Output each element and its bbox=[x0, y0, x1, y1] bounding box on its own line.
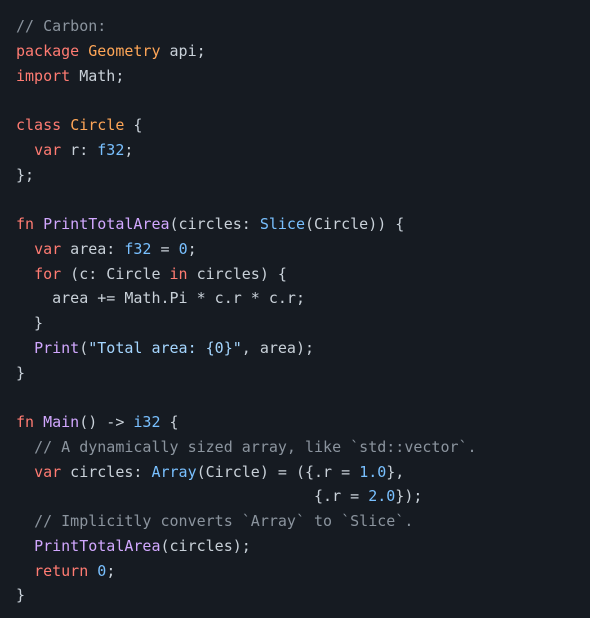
code-token bbox=[61, 116, 70, 134]
code-token: f32 bbox=[97, 141, 124, 159]
code-token: }); bbox=[395, 487, 422, 505]
code-token: r: bbox=[61, 141, 97, 159]
code-token: // A dynamically sized array, like `std:… bbox=[34, 438, 477, 456]
code-token: } bbox=[16, 586, 25, 604]
code-token: Geometry bbox=[88, 42, 160, 60]
code-token: var bbox=[34, 463, 61, 481]
code-token: Slice bbox=[260, 215, 305, 233]
code-token: ; bbox=[106, 562, 115, 580]
code-token: PrintTotalArea bbox=[34, 537, 160, 555]
code-token: ; bbox=[188, 240, 197, 258]
code-token: () -> bbox=[79, 413, 133, 431]
code-token: f32 bbox=[124, 240, 151, 258]
code-token: ; bbox=[124, 141, 133, 159]
code-token bbox=[16, 463, 34, 481]
code-token: 0 bbox=[179, 240, 188, 258]
code-token bbox=[16, 438, 34, 456]
code-token bbox=[16, 339, 34, 357]
code-token: ; bbox=[115, 67, 124, 85]
code-token bbox=[16, 562, 34, 580]
code-token: {.r = bbox=[16, 487, 368, 505]
code-token bbox=[16, 537, 34, 555]
code-token: (c: Circle bbox=[61, 265, 169, 283]
code-token: "Total area: {0}" bbox=[88, 339, 242, 357]
code-content: // Carbon: package Geometry api; import … bbox=[16, 17, 477, 604]
code-token: // Implicitly converts `Array` to `Slice… bbox=[34, 512, 413, 530]
code-token: Print bbox=[34, 339, 79, 357]
code-token: (Circle) = ({.r = bbox=[197, 463, 360, 481]
code-token: Array bbox=[151, 463, 196, 481]
code-token: = bbox=[151, 240, 178, 258]
code-token bbox=[161, 42, 170, 60]
code-token bbox=[16, 240, 34, 258]
code-token bbox=[16, 265, 34, 283]
code-token: ; bbox=[197, 42, 206, 60]
code-token: }; bbox=[16, 166, 34, 184]
code-token: fn bbox=[16, 413, 34, 431]
code-token: 2.0 bbox=[368, 487, 395, 505]
code-token: var bbox=[34, 240, 61, 258]
code-token: class bbox=[16, 116, 61, 134]
code-token: (circles: bbox=[170, 215, 260, 233]
code-token: , area); bbox=[242, 339, 314, 357]
code-token bbox=[88, 562, 97, 580]
code-token bbox=[16, 512, 34, 530]
code-token: import bbox=[16, 67, 70, 85]
code-token: // Carbon: bbox=[16, 17, 106, 35]
code-token: (circles); bbox=[161, 537, 251, 555]
code-token: area: bbox=[61, 240, 124, 258]
code-token: { bbox=[161, 413, 179, 431]
code-token: api bbox=[170, 42, 197, 60]
code-token: circles) { bbox=[188, 265, 287, 283]
code-token: for bbox=[34, 265, 61, 283]
code-token: ( bbox=[79, 339, 88, 357]
code-token: 0 bbox=[97, 562, 106, 580]
code-token: var bbox=[34, 141, 61, 159]
code-token: }, bbox=[386, 463, 404, 481]
code-block: // Carbon: package Geometry api; import … bbox=[16, 14, 574, 608]
code-token: circles: bbox=[61, 463, 151, 481]
code-token: fn bbox=[16, 215, 34, 233]
code-token bbox=[34, 215, 43, 233]
code-token: area += Math.Pi * c.r * c.r; bbox=[16, 289, 305, 307]
code-token: return bbox=[34, 562, 88, 580]
code-token: } bbox=[16, 314, 43, 332]
code-token: in bbox=[170, 265, 188, 283]
code-token: PrintTotalArea bbox=[43, 215, 169, 233]
code-token: Main bbox=[43, 413, 79, 431]
code-token: { bbox=[124, 116, 142, 134]
code-token: package bbox=[16, 42, 79, 60]
code-token: Circle bbox=[70, 116, 124, 134]
code-token: } bbox=[16, 364, 25, 382]
code-token bbox=[70, 67, 79, 85]
code-token bbox=[16, 141, 34, 159]
code-token bbox=[79, 42, 88, 60]
code-token: Math bbox=[79, 67, 115, 85]
code-token: i32 bbox=[133, 413, 160, 431]
code-token: 1.0 bbox=[359, 463, 386, 481]
code-token bbox=[34, 413, 43, 431]
code-token: (Circle)) { bbox=[305, 215, 404, 233]
